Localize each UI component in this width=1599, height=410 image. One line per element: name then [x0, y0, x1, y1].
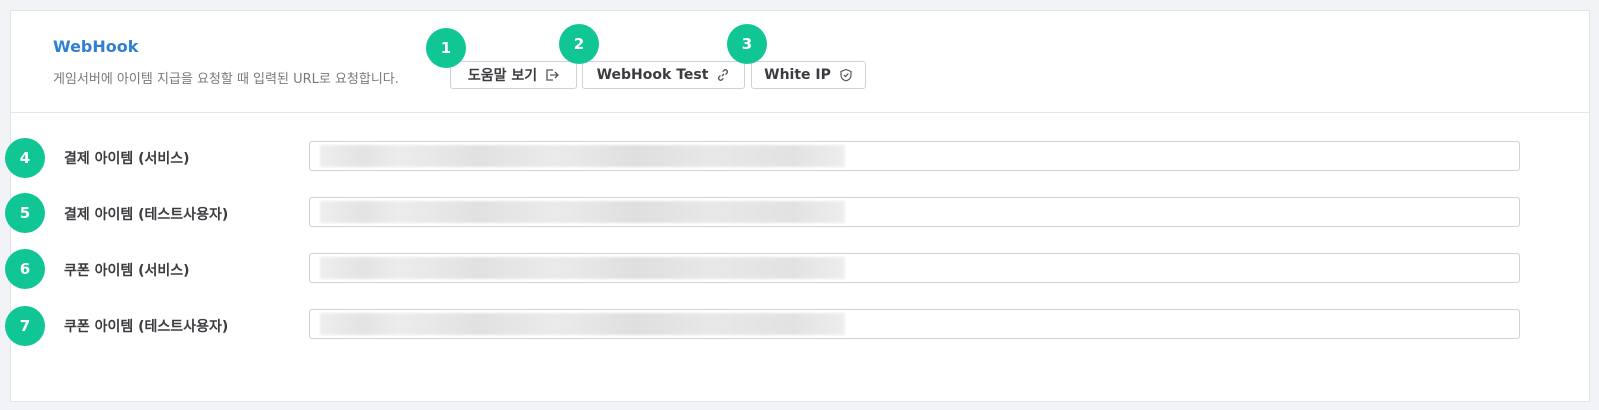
payment-service-url-input[interactable]: [309, 141, 1520, 171]
help-button-label: 도움말 보기: [467, 68, 538, 84]
white-ip-button-label: White IP: [764, 67, 831, 83]
field-label-coupon-service: 쿠폰 아이템 (서비스): [64, 263, 190, 279]
white-ip-button[interactable]: White IP: [751, 61, 866, 89]
callout-badge-7: 7: [5, 306, 45, 346]
page-description: 게임서버에 아이템 지급을 요청할 때 입력된 URL로 요청합니다.: [53, 72, 399, 87]
callout-badge-1: 1: [426, 28, 466, 68]
redacted-value: [320, 201, 845, 223]
redacted-value: [320, 145, 845, 167]
webhook-test-button-label: WebHook Test: [596, 67, 709, 83]
webhook-header: WebHook 게임서버에 아이템 지급을 요청할 때 입력된 URL로 요청합…: [11, 11, 1589, 113]
coupon-test-url-input[interactable]: [309, 309, 1520, 339]
payment-test-url-input[interactable]: [309, 197, 1520, 227]
field-label-payment-service: 결제 아이템 (서비스): [64, 151, 190, 167]
redacted-value: [320, 257, 845, 279]
coupon-service-url-input[interactable]: [309, 253, 1520, 283]
callout-badge-6: 6: [5, 249, 45, 289]
help-button[interactable]: 도움말 보기: [450, 61, 577, 89]
shield-check-icon: [839, 68, 853, 82]
webhook-card: WebHook 게임서버에 아이템 지급을 요청할 때 입력된 URL로 요청합…: [10, 10, 1590, 402]
field-label-coupon-test: 쿠폰 아이템 (테스트사용자): [64, 319, 229, 335]
webhook-test-button[interactable]: WebHook Test: [582, 61, 745, 89]
callout-badge-4: 4: [5, 138, 45, 178]
field-label-payment-test: 결제 아이템 (테스트사용자): [64, 207, 229, 223]
callout-badge-3: 3: [727, 24, 767, 64]
callout-badge-5: 5: [5, 193, 45, 233]
page-title: WebHook: [53, 37, 139, 56]
external-link-icon: [545, 68, 560, 82]
redacted-value: [320, 313, 845, 335]
callout-badge-2: 2: [559, 24, 599, 64]
link-icon: [716, 68, 730, 82]
